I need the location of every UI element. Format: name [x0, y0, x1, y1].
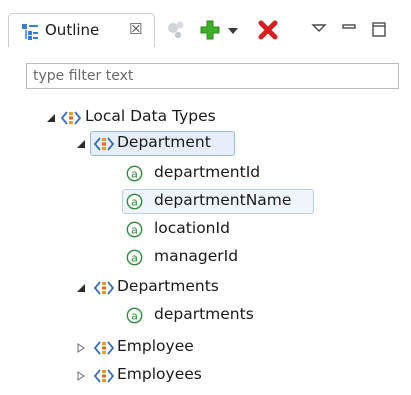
- tree-item-departmentid[interactable]: a departmentId: [0, 161, 411, 187]
- svg-text:a: a: [131, 195, 138, 208]
- svg-text:a: a: [131, 251, 138, 264]
- chevron-down-icon[interactable]: [227, 19, 239, 41]
- tree-item-label: departments: [154, 305, 254, 323]
- expanded-twisty[interactable]: [76, 139, 86, 149]
- data-type-icon: [93, 341, 115, 355]
- tab-outline-label: Outline: [45, 21, 100, 39]
- svg-text:a: a: [131, 167, 138, 180]
- tree-item-label: Local Data Types: [85, 107, 216, 125]
- tree-item-departments-attr[interactable]: a departments: [0, 303, 411, 329]
- tree-item-label: managerId: [154, 247, 239, 265]
- tree-item-employee[interactable]: Employee: [0, 335, 411, 361]
- attribute-icon: a: [126, 249, 143, 266]
- svg-text:a: a: [131, 223, 138, 236]
- maximize-icon[interactable]: [371, 19, 387, 41]
- tab-outline[interactable]: Outline ☒: [8, 13, 155, 47]
- svg-text:a: a: [131, 309, 138, 322]
- tree-item-department[interactable]: Department: [0, 131, 411, 157]
- tree-item-label: departmentName: [154, 191, 292, 209]
- data-type-icon: [60, 111, 82, 125]
- delete-icon[interactable]: [257, 19, 279, 41]
- expanded-twisty[interactable]: [76, 283, 86, 293]
- tree-item-managerid[interactable]: a managerId: [0, 245, 411, 271]
- tree-item-locationid[interactable]: a locationId: [0, 217, 411, 243]
- tree-item-label: Employee: [117, 337, 194, 355]
- filter-input[interactable]: [26, 63, 399, 89]
- data-type-icon: [93, 281, 115, 295]
- tree-item-departmentname[interactable]: a departmentName: [0, 189, 411, 215]
- tree-item-label: Employees: [117, 365, 202, 383]
- tree-item-departments[interactable]: Departments: [0, 275, 411, 301]
- tree-item-employees[interactable]: Employees: [0, 363, 411, 389]
- attribute-icon: a: [126, 193, 143, 210]
- tree-item-label: departmentId: [154, 163, 261, 181]
- attribute-icon: a: [126, 221, 143, 238]
- tree-item-local-data-types[interactable]: Local Data Types: [0, 105, 411, 131]
- collapsed-twisty[interactable]: [76, 343, 86, 353]
- outline-tree: Local Data Types Department a department…: [0, 95, 411, 395]
- expanded-twisty[interactable]: [46, 113, 56, 123]
- hide-nonpublic-icon[interactable]: [165, 19, 187, 41]
- tree-item-label: locationId: [154, 219, 230, 237]
- tree-item-label: Departments: [117, 277, 219, 295]
- attribute-icon: a: [126, 307, 143, 324]
- view-tab-bar: Outline ☒: [0, 0, 411, 58]
- collapsed-twisty[interactable]: [76, 371, 86, 381]
- outline-view-icon: [22, 24, 38, 40]
- tree-item-label: Department: [117, 133, 211, 151]
- data-type-icon: [93, 137, 115, 151]
- attribute-icon: a: [126, 165, 143, 182]
- view-menu-icon[interactable]: [311, 19, 327, 41]
- tab-close-icon[interactable]: ☒: [129, 20, 142, 38]
- add-icon[interactable]: [199, 19, 221, 41]
- minimize-icon[interactable]: [341, 19, 357, 41]
- data-type-icon: [93, 369, 115, 383]
- outline-view: Outline ☒ type filter text Local Data Ty…: [0, 0, 411, 395]
